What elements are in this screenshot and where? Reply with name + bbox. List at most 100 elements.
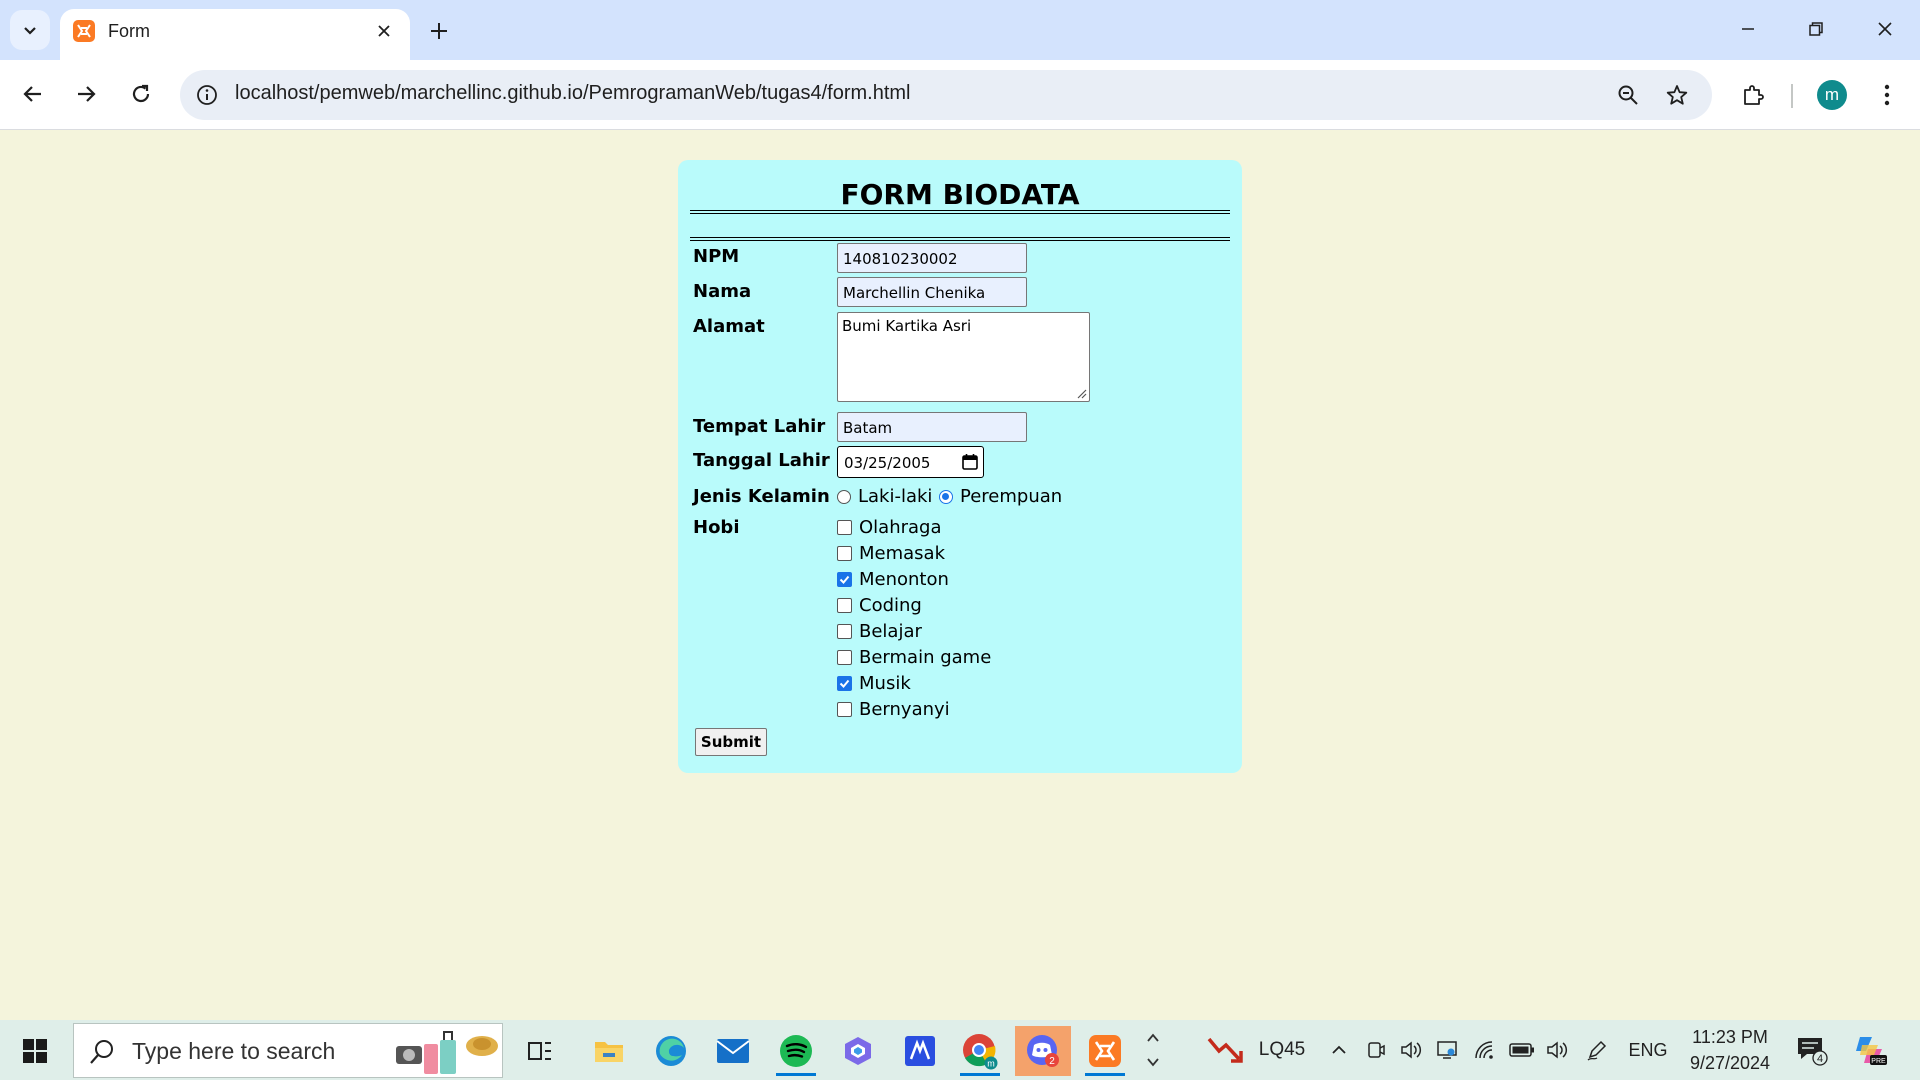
- hobi-option-belajar[interactable]: Belajar: [837, 621, 922, 642]
- laki-laki-label: Laki-laki: [858, 486, 933, 507]
- mail-button[interactable]: [705, 1026, 761, 1076]
- search-icon: [90, 1040, 113, 1064]
- belajar-checkbox[interactable]: [837, 624, 852, 639]
- musik-checkbox[interactable]: [837, 676, 852, 691]
- notification-center-button[interactable]: 4: [1792, 1032, 1832, 1068]
- gender-option-perempuan[interactable]: Perempuan: [939, 486, 1062, 507]
- laki-laki-radio[interactable]: [837, 489, 851, 504]
- tray-battery[interactable]: [1508, 1032, 1536, 1068]
- windows-icon: [23, 1039, 47, 1063]
- tray-camera[interactable]: [1364, 1032, 1388, 1068]
- clipchamp-icon: [845, 1037, 871, 1065]
- olahraga-checkbox[interactable]: [837, 520, 852, 535]
- minimize-icon: [1742, 28, 1754, 30]
- arrow-right-icon: [78, 86, 96, 102]
- submit-button[interactable]: Submit: [695, 728, 767, 756]
- tray-pen[interactable]: [1584, 1032, 1610, 1068]
- hobi-option-menonton[interactable]: Menonton: [837, 569, 949, 590]
- bermain-game-checkbox[interactable]: [837, 650, 852, 665]
- bernyanyi-checkbox[interactable]: [837, 702, 852, 717]
- bernyanyi-label: Bernyanyi: [859, 699, 950, 720]
- back-button[interactable]: [13, 74, 53, 114]
- tray-display[interactable]: [1434, 1032, 1460, 1068]
- hobi-option-bermain-game[interactable]: Bermain game: [837, 647, 991, 668]
- extensions-button[interactable]: [1733, 75, 1773, 115]
- discord-badge: 2: [1049, 1056, 1055, 1067]
- spotify-button[interactable]: [768, 1026, 824, 1076]
- hobi-option-bernyanyi[interactable]: Bernyanyi: [837, 699, 950, 720]
- tab-close-button[interactable]: [370, 17, 398, 45]
- pen-icon: [1587, 1040, 1607, 1061]
- language-label: ENG: [1628, 1039, 1668, 1060]
- alamat-textarea[interactable]: Bumi Kartika Asri: [837, 312, 1090, 402]
- resize-grip-icon[interactable]: [1075, 387, 1087, 399]
- restore-icon: [1809, 22, 1823, 36]
- tanggal-lahir-value: 03/25/2005: [844, 454, 931, 472]
- taskbar-search-box[interactable]: Type here to search: [73, 1023, 503, 1078]
- menonton-checkbox[interactable]: [837, 572, 852, 587]
- hobi-option-musik[interactable]: Musik: [837, 673, 911, 694]
- menu-button[interactable]: [1867, 75, 1907, 115]
- tray-volume[interactable]: [1544, 1032, 1570, 1068]
- language-indicator[interactable]: ENG: [1628, 1032, 1668, 1068]
- tab-title: Form: [108, 21, 150, 41]
- address-bar[interactable]: localhost/pemweb/marchellinc.github.io/P…: [180, 70, 1712, 120]
- coding-checkbox[interactable]: [837, 598, 852, 613]
- gender-option-laki-laki[interactable]: Laki-laki: [837, 486, 932, 507]
- bookmark-button[interactable]: [1662, 80, 1692, 110]
- notification-icon: 4: [1798, 1038, 1828, 1066]
- close-window-button[interactable]: [1862, 8, 1908, 50]
- clock[interactable]: 11:23 PM 9/27/2024: [1680, 1024, 1780, 1076]
- clipchamp-button[interactable]: [830, 1026, 886, 1076]
- hobi-option-coding[interactable]: Coding: [837, 595, 922, 616]
- chevron-down-icon: [24, 27, 36, 35]
- svg-text:m: m: [987, 1059, 995, 1069]
- restore-button[interactable]: [1793, 8, 1839, 50]
- alamat-value: Bumi Kartika Asri: [842, 317, 972, 335]
- url-text[interactable]: localhost/pemweb/marchellinc.github.io/P…: [235, 82, 911, 105]
- olahraga-label: Olahraga: [859, 517, 942, 538]
- edge-button[interactable]: [643, 1026, 699, 1076]
- jenis-kelamin-label: Jenis Kelamin: [693, 486, 830, 507]
- display-icon: [1437, 1041, 1457, 1059]
- minimize-button[interactable]: [1725, 8, 1771, 50]
- stock-label: LQ45: [1258, 1039, 1306, 1060]
- browser-tab[interactable]: Form: [60, 9, 410, 60]
- info-icon: [197, 85, 217, 105]
- puzzle-icon: [1744, 85, 1764, 105]
- hobi-option-olahraga[interactable]: Olahraga: [837, 517, 942, 538]
- perempuan-radio[interactable]: [939, 489, 953, 504]
- npm-input[interactable]: 140810230002: [837, 243, 1027, 273]
- tray-overflow-button[interactable]: [1326, 1032, 1352, 1068]
- discord-button[interactable]: 2: [1015, 1026, 1071, 1076]
- calendar-icon[interactable]: [961, 453, 979, 471]
- taskbar: Type here to search m 2 LQ45 ENG 11:23 P…: [0, 1020, 1920, 1080]
- file-explorer-button[interactable]: [581, 1026, 637, 1076]
- memasak-checkbox[interactable]: [837, 546, 852, 561]
- zoom-button[interactable]: [1613, 80, 1643, 110]
- title-divider-top: [690, 210, 1230, 214]
- hobi-option-memasak[interactable]: Memasak: [837, 543, 945, 564]
- tray-wifi[interactable]: [1472, 1032, 1498, 1068]
- nama-input[interactable]: Marchellin Chenika: [837, 277, 1027, 307]
- stock-widget[interactable]: LQ45: [1193, 1032, 1319, 1068]
- reload-button[interactable]: [121, 74, 161, 114]
- battery-icon: [1509, 1043, 1534, 1057]
- new-tab-button[interactable]: [422, 14, 456, 48]
- profile-avatar[interactable]: m: [1817, 80, 1847, 110]
- task-view-button[interactable]: [512, 1026, 568, 1076]
- taskbar-scroll[interactable]: [1140, 1024, 1166, 1076]
- tray-speaker-1[interactable]: [1398, 1032, 1424, 1068]
- start-button[interactable]: [12, 1034, 58, 1068]
- xampp-button[interactable]: [1077, 1026, 1133, 1076]
- tab-search-button[interactable]: [10, 10, 50, 50]
- browser-toolbar: localhost/pemweb/marchellinc.github.io/P…: [0, 60, 1920, 130]
- perempuan-label: Perempuan: [960, 486, 1063, 507]
- tempat-lahir-input[interactable]: Batam: [837, 412, 1027, 442]
- site-info-button[interactable]: [192, 80, 222, 110]
- copilot-button[interactable]: PRE: [1850, 1032, 1890, 1068]
- tanggal-lahir-input[interactable]: 03/25/2005: [837, 446, 984, 478]
- forward-button[interactable]: [66, 74, 106, 114]
- code-editor-button[interactable]: [892, 1026, 948, 1076]
- chrome-button[interactable]: m: [952, 1026, 1008, 1076]
